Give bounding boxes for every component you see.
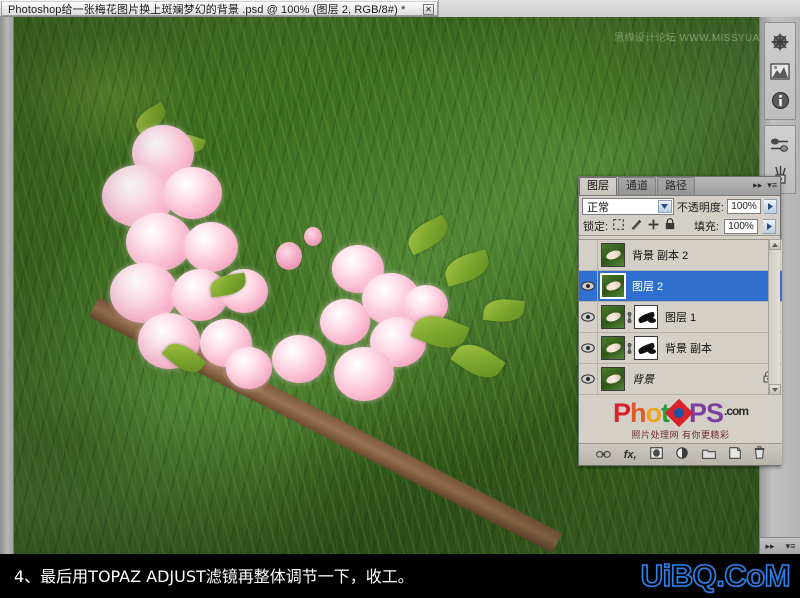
title-bar-filler xyxy=(438,0,800,17)
tab-channels[interactable]: 通道 xyxy=(618,177,656,195)
canvas-left-gutter xyxy=(0,17,14,554)
site-watermark: UiBQ.CoM xyxy=(640,557,791,594)
opacity-input[interactable]: 100% xyxy=(727,199,761,214)
layers-panel-tabs: 图层 通道 路径 ▸▸ ▾≡ xyxy=(579,177,780,196)
layer-row-background-copy[interactable]: 背景 副本 xyxy=(579,332,782,364)
fill-input[interactable]: 100% xyxy=(724,218,758,234)
logo-letter-o: o xyxy=(645,397,661,428)
opacity-stepper-icon[interactable] xyxy=(764,199,777,214)
logo-domain: .com xyxy=(724,404,749,418)
chevron-down-icon[interactable] xyxy=(657,200,672,213)
document-title: Photoshop给一张梅花图片换上斑斓梦幻的背景 .psd @ 100% (图… xyxy=(8,3,406,16)
blend-mode-row: 正常 不透明度: 100% xyxy=(579,196,780,217)
layer-row-background[interactable]: 背景 xyxy=(579,363,782,395)
layer-thumbnail[interactable] xyxy=(601,305,625,329)
dock-group-top xyxy=(764,22,796,120)
layer-row-background-copy-2[interactable]: 背景 副本 2 xyxy=(579,240,782,271)
eye-icon-hidden[interactable] xyxy=(579,240,598,271)
fill-label: 填充: xyxy=(693,221,719,233)
layer-list-scrollbar[interactable] xyxy=(768,239,781,395)
dock-expand-icon[interactable]: ▸▸ xyxy=(766,541,775,552)
caption-text: 4、最后用TOPAZ ADJUST滤镜再整体调节一下，收工。 xyxy=(14,567,414,586)
layer-thumbnail[interactable] xyxy=(600,273,626,299)
mask-link-icon[interactable] xyxy=(625,342,634,354)
eye-icon[interactable] xyxy=(579,270,598,302)
document-title-bar: Photoshop给一张梅花图片换上斑斓梦幻的背景 .psd @ 100% (图… xyxy=(0,0,800,17)
lock-label: 锁定: xyxy=(583,221,609,233)
layer-thumbnail[interactable] xyxy=(601,243,625,267)
link-layers-icon[interactable] xyxy=(595,446,611,464)
layer-name: 背景 xyxy=(632,374,654,386)
workspace: 思缘设计论坛 WWW.MISSYUAN.COM xyxy=(0,17,800,554)
scroll-up-icon[interactable] xyxy=(768,239,781,250)
layer-list[interactable]: 背景 副本 2 图层 2 图层 1 背景 副本 背景 xyxy=(579,239,782,395)
scroll-down-icon[interactable] xyxy=(768,384,781,395)
fill-stepper-icon[interactable] xyxy=(763,218,776,234)
logo-letter-h: h xyxy=(629,397,646,428)
layer-name: 图层 1 xyxy=(665,312,697,324)
mask-link-icon[interactable] xyxy=(625,311,634,323)
layer-row-layer-1[interactable]: 图层 1 xyxy=(579,301,782,333)
new-group-icon[interactable] xyxy=(702,446,716,464)
new-layer-icon[interactable] xyxy=(729,446,742,464)
panel-collapse-icon[interactable]: ▸▸ xyxy=(753,180,762,191)
add-layer-mask-icon[interactable] xyxy=(649,446,663,464)
close-icon[interactable]: ✕ xyxy=(423,4,434,15)
tab-paths[interactable]: 路径 xyxy=(657,177,695,195)
layer-styles-icon[interactable]: fx, xyxy=(624,449,637,461)
photops-watermark: P h o t P S .com 照片处理网 有你更精彩 xyxy=(579,395,782,444)
layer-mask-thumbnail[interactable] xyxy=(634,305,658,329)
histogram-icon[interactable] xyxy=(765,57,795,85)
layer-name: 背景 副本 xyxy=(665,343,713,355)
dock-footer: ▸▸ ▾≡ xyxy=(760,537,800,554)
blend-mode-value: 正常 xyxy=(587,201,609,214)
layer-row-layer-2[interactable]: 图层 2 xyxy=(579,270,782,302)
logo-letter-p: P xyxy=(612,397,631,428)
opacity-label: 不透明度: xyxy=(676,201,724,214)
lock-all-icon[interactable] xyxy=(665,217,675,235)
photops-logo: P h o t P S .com xyxy=(612,397,749,428)
layer-mask-thumbnail[interactable] xyxy=(634,336,658,360)
logo-letter-s: S xyxy=(706,397,724,428)
layers-panel-tab-controls: ▸▸ ▾≡ xyxy=(753,180,777,191)
lock-buttons xyxy=(613,217,675,235)
caption-bar: 4、最后用TOPAZ ADJUST滤镜再整体调节一下，收工。 UiBQ.CoM xyxy=(0,554,800,598)
dock-menu-icon[interactable]: ▾≡ xyxy=(786,541,796,552)
eye-icon[interactable] xyxy=(579,363,598,395)
eye-icon[interactable] xyxy=(579,301,598,333)
layers-panel: 图层 通道 路径 ▸▸ ▾≡ 正常 不透明度: 100% 锁定: 填充: 100… xyxy=(578,176,782,466)
adjustments-icon[interactable] xyxy=(765,131,795,159)
layer-name: 图层 2 xyxy=(632,281,664,293)
document-tab[interactable]: Photoshop给一张梅花图片换上斑斓梦幻的背景 .psd @ 100% (图… xyxy=(1,1,438,16)
lock-transparent-pixels-icon[interactable] xyxy=(613,217,624,235)
tab-layers[interactable]: 图层 xyxy=(579,177,617,195)
layer-thumbnail[interactable] xyxy=(601,367,625,391)
layers-panel-toolbar: fx, xyxy=(579,443,782,465)
navigator-icon[interactable] xyxy=(765,28,795,56)
canvas-watermark: 思缘设计论坛 WWW.MISSYUAN.COM xyxy=(614,33,759,44)
lock-row: 锁定: 填充: 100% xyxy=(579,217,780,236)
layer-thumbnail[interactable] xyxy=(601,336,625,360)
layer-name: 背景 副本 2 xyxy=(632,250,689,262)
logo-tagline: 照片处理网 有你更精彩 xyxy=(631,430,730,440)
eye-icon[interactable] xyxy=(579,332,598,364)
panel-menu-icon[interactable]: ▾≡ xyxy=(767,180,777,191)
photoshop-screenshot: Photoshop给一张梅花图片换上斑斓梦幻的背景 .psd @ 100% (图… xyxy=(0,0,800,598)
new-adjustment-layer-icon[interactable] xyxy=(676,446,689,464)
delete-layer-icon[interactable] xyxy=(754,445,765,464)
lock-image-pixels-icon[interactable] xyxy=(630,217,642,235)
logo-diamond-icon xyxy=(664,398,694,427)
lock-position-icon[interactable] xyxy=(648,217,659,235)
info-icon[interactable] xyxy=(765,86,795,114)
blend-mode-select[interactable]: 正常 xyxy=(582,198,674,215)
